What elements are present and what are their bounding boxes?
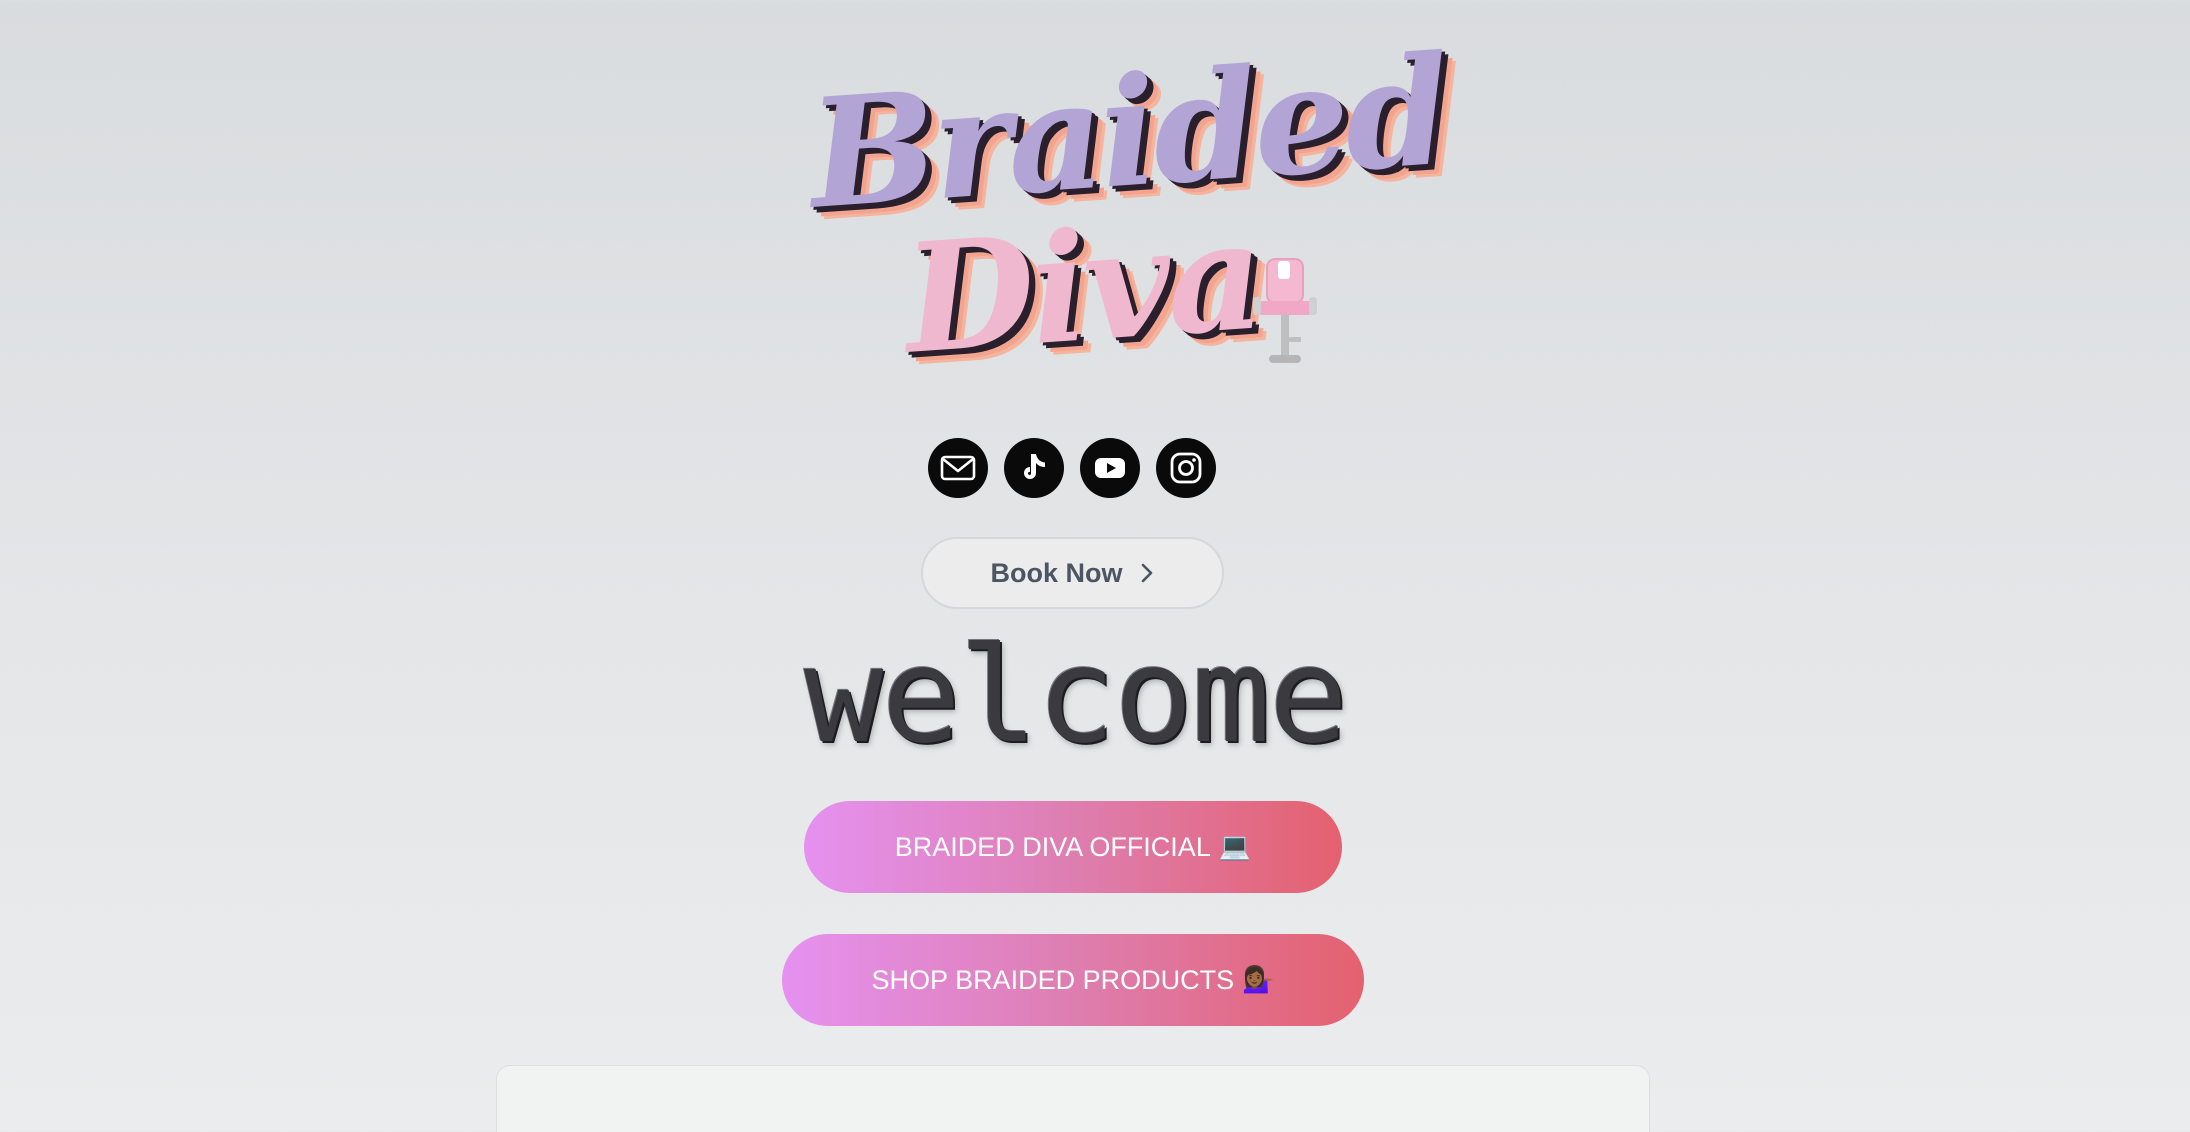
youtube-icon (1095, 458, 1125, 478)
laptop-icon: 💻 (1218, 832, 1252, 862)
content-card (496, 1065, 1650, 1132)
tiktok-link[interactable] (1004, 438, 1064, 498)
email-icon (940, 455, 976, 481)
instagram-icon (1170, 452, 1202, 484)
brand-logo: Braided Diva (790, 23, 1452, 400)
tiktok-icon (1024, 454, 1045, 479)
book-now-label: Book Now (990, 557, 1123, 588)
email-link[interactable] (928, 438, 988, 498)
instagram-link[interactable] (1156, 438, 1216, 498)
person-tipping-hand-icon: 💁🏾‍♀️ (1242, 965, 1275, 995)
social-links (928, 438, 1216, 498)
shop-braided-products-button[interactable]: SHOP BRAIDED PRODUCTS 💁🏾‍♀️ (782, 934, 1364, 1026)
chevron-right-icon (1141, 563, 1152, 583)
youtube-link[interactable] (1080, 438, 1140, 498)
braided-diva-official-button[interactable]: BRAIDED DIVA OFFICIAL 💻 (804, 801, 1342, 893)
book-now-button[interactable]: Book Now (921, 537, 1224, 609)
logo-text-line-2: Diva (898, 187, 1266, 388)
link-label: BRAIDED DIVA OFFICIAL (894, 831, 1211, 862)
welcome-heading: welcome (803, 619, 1348, 773)
salon-chair-icon (1253, 258, 1317, 363)
link-label: SHOP BRAIDED PRODUCTS (871, 964, 1235, 995)
